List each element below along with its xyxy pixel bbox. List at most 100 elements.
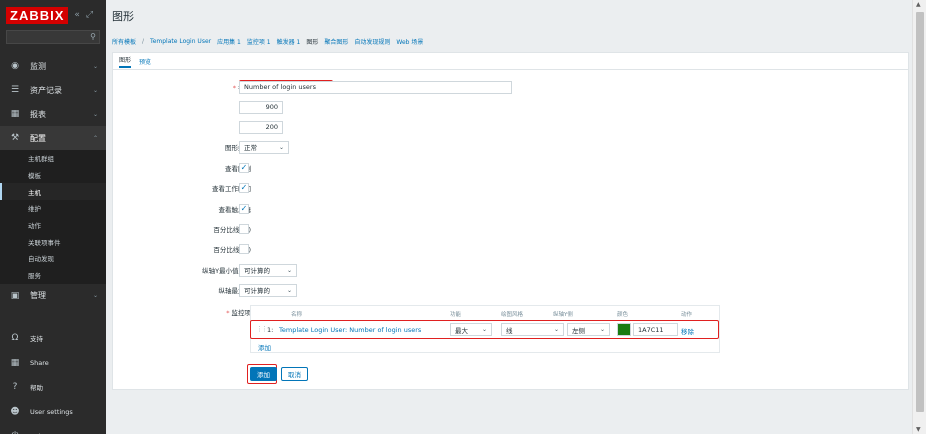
form-tabs: 图形 预览: [113, 53, 908, 70]
menu-item-label: User settings: [30, 407, 73, 416]
tab-preview[interactable]: 预览: [139, 57, 151, 66]
chevron-down-icon: ⌄: [92, 292, 98, 299]
menu-item-configuration[interactable]: ⚒ 配置 ⌃: [0, 126, 106, 150]
breadcrumb-template[interactable]: Template Login User: [150, 38, 211, 45]
ymin-row: 纵轴Y最小值MIN 可计算的 ⌄: [113, 263, 908, 277]
col-draw-style: 绘图风格: [501, 312, 524, 318]
percentile-left-row: 百分比线(左): [113, 222, 908, 236]
collapse-sidebar-icon[interactable]: «: [74, 10, 80, 20]
main-content: 图形 所有模板 / Template Login User 应用集 1 监控项 …: [106, 0, 912, 434]
page-title: 图形: [112, 10, 134, 23]
menu-item-label: 配置: [30, 133, 46, 143]
percentile-left-checkbox[interactable]: [239, 224, 249, 234]
breadcrumb: 所有模板 / Template Login User 应用集 1 监控项 1 触…: [112, 34, 423, 48]
breadcrumb-triggers[interactable]: 触发器 1: [277, 37, 301, 46]
menu-item-help[interactable]: ? 帮助: [0, 375, 106, 400]
breadcrumb-graphs[interactable]: 图形: [306, 37, 318, 46]
ymax-value: 可计算的: [244, 287, 270, 295]
width-input[interactable]: 900: [239, 100, 283, 114]
chevron-down-icon: ⌄: [92, 86, 98, 94]
graph-form-card: 图形 预览 *名称 Number of login users *宽 900 *…: [112, 52, 909, 390]
submenu-actions[interactable]: 动作: [0, 217, 106, 234]
report-icon: ▦: [10, 109, 20, 119]
breadcrumb-all-templates[interactable]: 所有模板: [112, 37, 136, 46]
height-row: *高 200: [113, 120, 908, 134]
ymax-select[interactable]: 可计算的 ⌄: [239, 283, 297, 297]
chevron-down-icon: ⌄: [286, 286, 292, 294]
name-row: *名称 Number of login users: [113, 80, 908, 94]
search-icon[interactable]: ⚲: [90, 32, 96, 41]
menu-item-sign-out[interactable]: ⏻ 退出: [0, 424, 106, 434]
zabbix-logo[interactable]: ZABBIX: [6, 6, 69, 24]
cancel-button[interactable]: 取消: [281, 367, 308, 381]
submenu-maintenance[interactable]: 维护: [0, 200, 106, 217]
graph-type-row: 图形类别 正常 ⌄: [113, 140, 908, 154]
show-legend-row: 查看图例 ✓: [113, 161, 908, 175]
menu-item-support[interactable]: Ω 支持: [0, 326, 106, 351]
eye-icon: ◉: [11, 61, 19, 71]
scroll-thumb[interactable]: [916, 12, 924, 412]
percentile-right-row: 百分比线(右): [113, 242, 908, 256]
kiosk-mode-icon[interactable]: ⤢: [86, 10, 93, 20]
menu-item-label: 监测: [30, 61, 46, 71]
sidebar: ZABBIX « ⤢ ⚲ ◉ 监测 ⌄ ☰ 资产记录 ⌄ ▦ 报表 ⌄ ⚒ 配置…: [0, 0, 106, 434]
breadcrumb-separator: /: [142, 37, 145, 45]
show-work-period-checkbox[interactable]: ✓: [239, 183, 249, 193]
chevron-down-icon: ⌄: [278, 143, 284, 151]
breadcrumb-web-scenarios[interactable]: Web 场景: [396, 37, 423, 46]
items-table: 名称 功能 绘图风格 纵轴Y侧 颜色 动作 ⋮⋮ 1: Template Log…: [250, 305, 720, 353]
ymin-select[interactable]: 可计算的 ⌄: [239, 263, 297, 277]
page-scrollbar[interactable]: ▲ ▼: [912, 0, 926, 434]
graph-type-select[interactable]: 正常 ⌄: [239, 140, 289, 154]
graph-type-value: 正常: [244, 144, 257, 152]
share-icon: ▦: [10, 357, 20, 368]
col-name: 名称: [291, 312, 303, 318]
submenu-hosts[interactable]: 主机: [0, 183, 106, 201]
add-item-link[interactable]: 添加: [258, 342, 271, 352]
configuration-submenu: 主机群组 模板 主机 维护 动作 关联项事件 自动发现 服务: [0, 150, 106, 284]
show-triggers-checkbox[interactable]: ✓: [239, 204, 249, 214]
show-work-period-row: 查看工作时间 ✓: [113, 181, 908, 195]
scroll-down-icon[interactable]: ▼: [916, 426, 921, 433]
breadcrumb-applications[interactable]: 应用集 1: [217, 37, 241, 46]
height-input[interactable]: 200: [239, 120, 283, 134]
menu-item-user-settings[interactable]: ☻ User settings: [0, 400, 106, 425]
col-action: 动作: [681, 312, 693, 318]
add-button[interactable]: 添加: [250, 367, 277, 381]
menu-item-monitoring[interactable]: ◉ 监测 ⌄: [0, 54, 106, 78]
breadcrumb-discovery-rules[interactable]: 自动发现规则: [354, 37, 390, 46]
percentile-right-checkbox[interactable]: [239, 244, 249, 254]
submenu-services[interactable]: 服务: [0, 267, 106, 284]
chevron-down-icon: ⌄: [92, 62, 98, 70]
help-icon: ?: [12, 382, 18, 393]
breadcrumb-screens[interactable]: 聚合图形: [324, 37, 348, 46]
logo-row: ZABBIX « ⤢: [0, 0, 106, 30]
menu-item-inventory[interactable]: ☰ 资产记录 ⌄: [0, 78, 106, 102]
menu-item-label: 资产记录: [30, 85, 62, 95]
tab-graph[interactable]: 图形: [119, 55, 132, 68]
submenu-host-groups[interactable]: 主机群组: [0, 150, 106, 167]
items-label: 监控项: [231, 309, 252, 317]
sidebar-search-input[interactable]: ⚲: [6, 30, 100, 44]
col-function: 功能: [450, 312, 462, 318]
menu-item-reports[interactable]: ▦ 报表 ⌄: [0, 102, 106, 126]
wrench-icon: ⚒: [10, 133, 20, 143]
name-input[interactable]: Number of login users: [239, 80, 512, 94]
breadcrumb-items[interactable]: 监控项 1: [247, 37, 271, 46]
ymin-value: 可计算的: [244, 267, 270, 275]
width-row: *宽 900: [113, 100, 908, 114]
scroll-up-icon[interactable]: ▲: [916, 1, 921, 8]
submenu-templates[interactable]: 模板: [0, 167, 106, 184]
admin-icon: ▣: [10, 290, 20, 301]
submenu-discovery[interactable]: 自动发现: [0, 250, 106, 267]
menu-item-label: Share: [30, 358, 49, 367]
list-icon: ☰: [10, 85, 20, 95]
menu-item-administration[interactable]: ▣ 管理 ⌄: [0, 284, 106, 308]
menu-item-label: 帮助: [30, 384, 43, 393]
menu-item-share[interactable]: ▦ Share: [0, 351, 106, 376]
item-row-highlight: [250, 320, 719, 339]
show-triggers-row: 查看触发器 ✓: [113, 202, 908, 216]
show-legend-checkbox[interactable]: ✓: [239, 163, 249, 173]
menu-item-label: 支持: [30, 335, 43, 344]
submenu-event-correlation[interactable]: 关联项事件: [0, 233, 106, 250]
